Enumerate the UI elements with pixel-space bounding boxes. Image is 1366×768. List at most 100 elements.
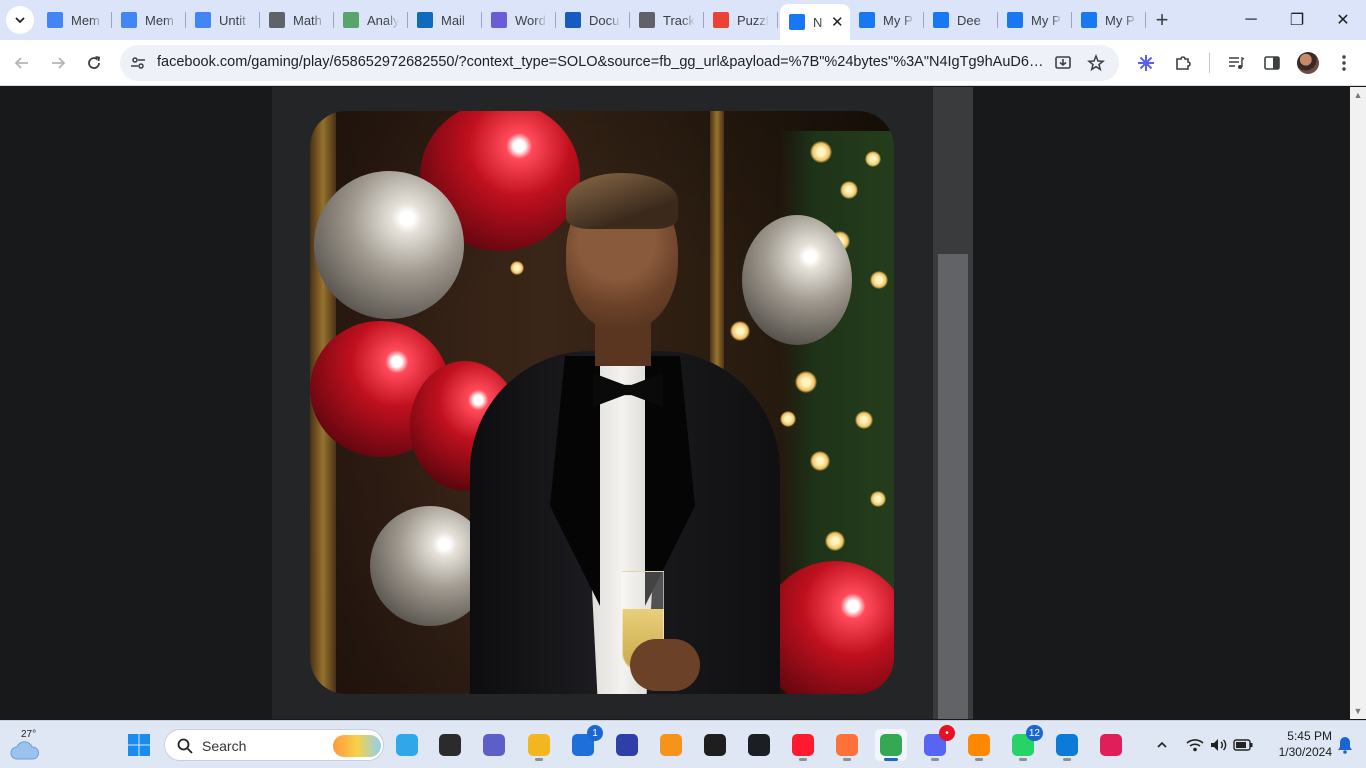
scroll-up-arrow-icon[interactable]: ▲: [1350, 87, 1366, 103]
puzzle-image[interactable]: [310, 111, 894, 694]
close-tab-icon[interactable]: ✕: [831, 13, 844, 31]
file-explorer-app-button[interactable]: [523, 729, 555, 761]
github-icon: [748, 734, 770, 756]
page-scrollbar[interactable]: ▲ ▼: [1350, 87, 1366, 719]
browser-tab[interactable]: Word: [482, 6, 556, 34]
gmail-icon: [713, 12, 729, 28]
cloud-icon: [10, 741, 39, 760]
forward-button[interactable]: [43, 48, 73, 78]
scroll-down-arrow-icon[interactable]: ▼: [1350, 703, 1366, 719]
slack-app-button[interactable]: [1095, 729, 1127, 761]
figma-icon: [704, 734, 726, 756]
browser-tab[interactable]: Mem: [38, 6, 112, 34]
new-tab-button[interactable]: +: [1150, 7, 1174, 32]
clock-time: 5:45 PM: [1287, 729, 1332, 743]
copilot-icon: [491, 12, 507, 28]
weather-widget[interactable]: 27°: [8, 727, 44, 763]
minimize-button[interactable]: ─: [1228, 0, 1274, 40]
tab-search-button[interactable]: [6, 6, 34, 34]
github-app-button[interactable]: [743, 729, 775, 761]
tab-title: Dee: [957, 12, 981, 28]
edge-app-button[interactable]: [1051, 729, 1083, 761]
browser-tab[interactable]: Analy: [334, 6, 408, 34]
running-indicator: [975, 758, 983, 761]
bitcoin-wallet-app-button[interactable]: [655, 729, 687, 761]
page-content: [0, 87, 1366, 719]
firefox-app-button[interactable]: [831, 729, 863, 761]
browser-tab[interactable]: Docu: [556, 6, 630, 34]
profile-avatar[interactable]: [1297, 52, 1319, 74]
wifi-icon[interactable]: [1184, 733, 1206, 757]
taskbar-search[interactable]: Search: [164, 729, 384, 761]
teams-chat-app-button[interactable]: [478, 729, 510, 761]
tab-title: My P: [1105, 12, 1135, 28]
browser-tab[interactable]: Mem: [112, 6, 186, 34]
facebook-games-icon: [933, 12, 949, 28]
math-app-app-button[interactable]: [611, 729, 643, 761]
browser-tab[interactable]: Puzzl: [704, 6, 778, 34]
copilot-app-button[interactable]: [391, 729, 423, 761]
side-panel-icon[interactable]: [1260, 51, 1284, 75]
media-control-icon[interactable]: [1224, 51, 1248, 75]
facebook-games-icon: [859, 12, 875, 28]
browser-toolbar: facebook.com/gaming/play/658652972682550…: [0, 40, 1366, 86]
site-info-icon[interactable]: [128, 53, 148, 73]
figma-app-button[interactable]: [699, 729, 731, 761]
bookmark-star-icon[interactable]: [1085, 52, 1107, 74]
browser-tab[interactable]: My P: [850, 6, 924, 34]
discord-app-button[interactable]: •: [919, 725, 955, 761]
bokeh-light: [855, 411, 873, 429]
tab-title: My P: [1031, 12, 1061, 28]
whatsapp-app-button[interactable]: 12: [1007, 725, 1043, 761]
bitcoin-wallet-icon: [660, 734, 682, 756]
notification-bell-icon[interactable]: [1334, 733, 1356, 757]
microsoft-store-app-button[interactable]: 1: [567, 725, 603, 761]
hand: [630, 639, 700, 691]
teams-chat-icon: [483, 734, 505, 756]
extension-snowflake-icon[interactable]: [1134, 51, 1158, 75]
facebook-games-icon: [789, 14, 805, 30]
window-close-button[interactable]: ✕: [1320, 0, 1366, 40]
running-indicator: [1063, 758, 1071, 761]
browser-tab[interactable]: N ✕: [780, 4, 850, 40]
bokeh-light: [840, 181, 858, 199]
back-button[interactable]: [7, 48, 37, 78]
slack-icon: [1100, 734, 1122, 756]
extensions-puzzle-icon[interactable]: [1171, 51, 1195, 75]
volume-icon[interactable]: [1208, 733, 1230, 757]
panel-scrollbar[interactable]: [933, 87, 973, 719]
opera-app-button[interactable]: [787, 729, 819, 761]
browser-tab[interactable]: Mail: [408, 6, 482, 34]
clock-date: 1/30/2024: [1278, 745, 1332, 759]
toolbar-divider: [1209, 53, 1210, 73]
browser-tab[interactable]: Track: [630, 6, 704, 34]
system-clock[interactable]: 5:45 PM 1/30/2024: [1262, 728, 1332, 760]
notification-badge: 1: [587, 725, 603, 741]
bokeh-light: [810, 141, 832, 163]
tab-strip: Mem Mem Untit Math Analy Mail Word Docu Track Puz…: [0, 0, 1366, 40]
browser-tab[interactable]: Dee: [924, 6, 998, 34]
google-docs-icon: [195, 12, 211, 28]
more-menu-icon[interactable]: [1332, 51, 1356, 75]
search-placeholder: Search: [202, 738, 247, 754]
task-view-app-button[interactable]: [434, 729, 466, 761]
vlc-app-button[interactable]: [963, 729, 995, 761]
weather-temperature: 27°: [21, 729, 37, 740]
battery-icon[interactable]: [1232, 733, 1254, 757]
browser-tab[interactable]: My P: [1072, 6, 1146, 34]
browser-tab[interactable]: Untit: [186, 6, 260, 34]
panel-scrollbar-thumb[interactable]: [938, 254, 968, 719]
windows-taskbar: 27° Search 1 • 12 5:45 PM 1/30/2024: [0, 720, 1366, 768]
install-app-icon[interactable]: [1052, 52, 1074, 74]
show-hidden-icons-button[interactable]: [1151, 733, 1173, 757]
chrome-app-button[interactable]: [875, 729, 907, 761]
running-indicator: [1019, 758, 1027, 761]
browser-tab[interactable]: Math: [260, 6, 334, 34]
reload-button[interactable]: [79, 48, 109, 78]
start-button[interactable]: [123, 729, 155, 761]
google-docs-icon: [121, 12, 137, 28]
running-indicator: [931, 758, 939, 761]
address-bar[interactable]: facebook.com/gaming/play/658652972682550…: [120, 45, 1119, 81]
browser-tab[interactable]: My P: [998, 6, 1072, 34]
restore-button[interactable]: ❐: [1274, 0, 1320, 40]
